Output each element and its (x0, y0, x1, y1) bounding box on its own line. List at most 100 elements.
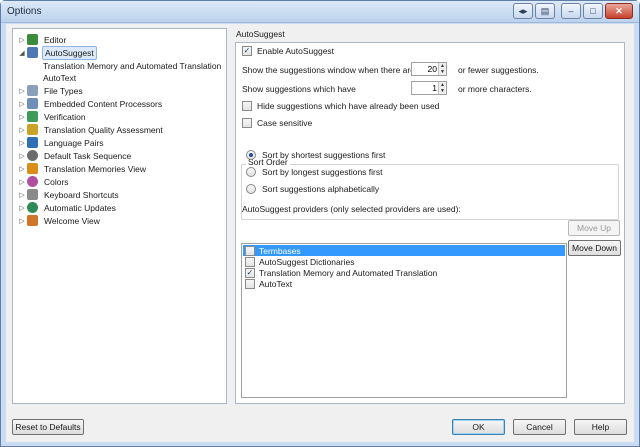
tree-item-label: Translation Memories View (44, 163, 147, 174)
tree-item-autotext[interactable]: AutoText (41, 71, 78, 84)
tree-item-autosuggest[interactable]: ◢ AutoSuggest (17, 45, 97, 60)
provider-item-termbases[interactable]: Termbases (243, 245, 565, 256)
provider-label: AutoSuggest Dictionaries (259, 256, 355, 267)
tree-item-label: Keyboard Shortcuts (44, 189, 119, 200)
providers-list[interactable]: Termbases AutoSuggest Dictionaries ✓ Tra… (241, 243, 567, 398)
tree-item-label: Welcome View (44, 215, 100, 226)
sort-shortest-radio[interactable]: Sort by shortest suggestions first (246, 149, 385, 161)
tree-item-embedded-content[interactable]: ▷ Embedded Content Processors (17, 97, 164, 110)
tree-item-label: AutoSuggest (42, 45, 97, 60)
collapse-arrow-icon[interactable]: ◢ (17, 49, 27, 57)
tree-item-label: Default Task Sequence (44, 150, 132, 161)
enable-autosuggest-checkbox[interactable]: ✓ Enable AutoSuggest (242, 45, 334, 57)
expand-arrow-icon[interactable]: ▷ (17, 178, 27, 186)
help-button[interactable]: Help (574, 419, 627, 435)
minimize-button[interactable]: – (561, 3, 581, 19)
expand-arrow-icon[interactable]: ▷ (17, 204, 27, 212)
provider-item-dictionaries[interactable]: AutoSuggest Dictionaries (243, 256, 565, 267)
tree-item-label: File Types (44, 85, 83, 96)
autosuggest-icon (27, 47, 38, 58)
home-icon (27, 215, 38, 226)
provider-item-autotext[interactable]: AutoText (243, 278, 565, 289)
keyboard-icon (27, 189, 38, 200)
tm-view-icon (27, 163, 38, 174)
embedded-content-icon (27, 98, 38, 109)
sort-longest-radio[interactable]: Sort by longest suggestions first (246, 166, 382, 178)
case-sensitive-label: Case sensitive (257, 118, 313, 128)
radio-icon[interactable] (246, 167, 256, 177)
move-down-button[interactable]: Move Down (568, 240, 621, 256)
settings-icon[interactable]: ▤ (535, 3, 555, 19)
sort-alphabetical-radio[interactable]: Sort suggestions alphabetically (246, 183, 379, 195)
expand-arrow-icon[interactable]: ▷ (17, 152, 27, 160)
tree-item-label: AutoText (43, 72, 77, 83)
provider-item-tm-and-at[interactable]: ✓ Translation Memory and Automated Trans… (243, 267, 565, 278)
checkbox-box[interactable] (245, 245, 255, 256)
tree-item-verification[interactable]: ▷ Verification (17, 110, 88, 123)
tree-item-automatic-updates[interactable]: ▷ Automatic Updates (17, 201, 118, 214)
tabs-icon[interactable]: ◂▸ (513, 3, 533, 19)
tree-item-keyboard-shortcuts[interactable]: ▷ Keyboard Shortcuts (17, 188, 121, 201)
tree-item-welcome-view[interactable]: ▷ Welcome View (17, 214, 102, 227)
tree-item-editor[interactable]: ▷ Editor (17, 33, 68, 46)
reset-to-defaults-button[interactable]: Reset to Defaults (12, 419, 84, 435)
providers-label: AutoSuggest providers (only selected pro… (242, 204, 461, 214)
min-chars-label: Show suggestions which have (242, 84, 356, 94)
provider-label: Termbases (259, 245, 301, 256)
enable-autosuggest-label: Enable AutoSuggest (257, 46, 335, 56)
window-threshold-stepper[interactable]: ▲ ▼ (411, 62, 447, 76)
expand-arrow-icon[interactable]: ▷ (17, 36, 27, 44)
dialog-body: ▷ Editor ◢ AutoSuggest Translation Memor… (6, 24, 634, 442)
radio-icon[interactable] (246, 184, 256, 194)
expand-arrow-icon[interactable]: ▷ (17, 126, 27, 134)
window-threshold-input[interactable] (412, 63, 439, 75)
min-chars-stepper[interactable]: ▲ ▼ (411, 81, 447, 95)
tree-item-tm-view[interactable]: ▷ Translation Memories View (17, 162, 148, 175)
hide-used-label: Hide suggestions which have already been… (257, 101, 440, 111)
sort-longest-label: Sort by longest suggestions first (262, 167, 383, 177)
case-sensitive-checkbox[interactable]: Case sensitive (242, 117, 312, 129)
sort-alphabetical-label: Sort suggestions alphabetically (262, 184, 380, 194)
expand-arrow-icon[interactable]: ▷ (17, 87, 27, 95)
tree-item-label: Translation Memory and Automated Transla… (43, 60, 222, 71)
expand-arrow-icon[interactable]: ▷ (17, 100, 27, 108)
file-types-icon (27, 85, 38, 96)
options-window: Options ◂▸ ▤ – □ ✕ ▷ Editor ◢ AutoSugges… (0, 0, 640, 447)
hide-used-checkbox[interactable]: Hide suggestions which have already been… (242, 100, 439, 112)
min-chars-input[interactable] (412, 82, 439, 94)
checkbox-box[interactable] (242, 118, 252, 128)
checkmark-icon[interactable]: ✓ (242, 46, 252, 56)
close-button[interactable]: ✕ (605, 3, 633, 19)
palette-icon (27, 176, 38, 187)
spin-down-icon[interactable]: ▼ (438, 69, 446, 75)
checkmark-icon[interactable]: ✓ (245, 267, 255, 278)
tree-item-colors[interactable]: ▷ Colors (17, 175, 71, 188)
expand-arrow-icon[interactable]: ▷ (17, 165, 27, 173)
verification-icon (27, 111, 38, 122)
expand-arrow-icon[interactable]: ▷ (17, 113, 27, 121)
ok-button[interactable]: OK (452, 419, 505, 435)
expand-arrow-icon[interactable]: ▷ (17, 217, 27, 225)
tree-item-quality-assessment[interactable]: ▷ Translation Quality Assessment (17, 123, 165, 136)
page-title: AutoSuggest (236, 29, 285, 39)
spin-down-icon[interactable]: ▼ (438, 88, 446, 94)
move-up-button[interactable]: Move Up (568, 220, 620, 236)
tree-item-file-types[interactable]: ▷ File Types (17, 84, 85, 97)
radio-selected-icon[interactable] (246, 150, 256, 160)
checkbox-box[interactable] (245, 278, 255, 289)
expand-arrow-icon[interactable]: ▷ (17, 139, 27, 147)
checkbox-box[interactable] (245, 256, 255, 267)
tree-item-default-task-sequence[interactable]: ▷ Default Task Sequence (17, 149, 133, 162)
language-pairs-icon (27, 137, 38, 148)
provider-label: Translation Memory and Automated Transla… (259, 267, 438, 278)
cancel-button[interactable]: Cancel (513, 419, 566, 435)
min-chars-suffix: or more characters. (458, 84, 532, 94)
tree-item-label: Automatic Updates (44, 202, 116, 213)
checkbox-box[interactable] (242, 101, 252, 111)
expand-arrow-icon[interactable]: ▷ (17, 191, 27, 199)
maximize-button[interactable]: □ (583, 3, 603, 19)
title-bar[interactable]: Options ◂▸ ▤ – □ ✕ (1, 1, 639, 23)
sort-shortest-label: Sort by shortest suggestions first (262, 150, 386, 160)
options-tree: ▷ Editor ◢ AutoSuggest Translation Memor… (12, 28, 227, 404)
tree-item-language-pairs[interactable]: ▷ Language Pairs (17, 136, 106, 149)
